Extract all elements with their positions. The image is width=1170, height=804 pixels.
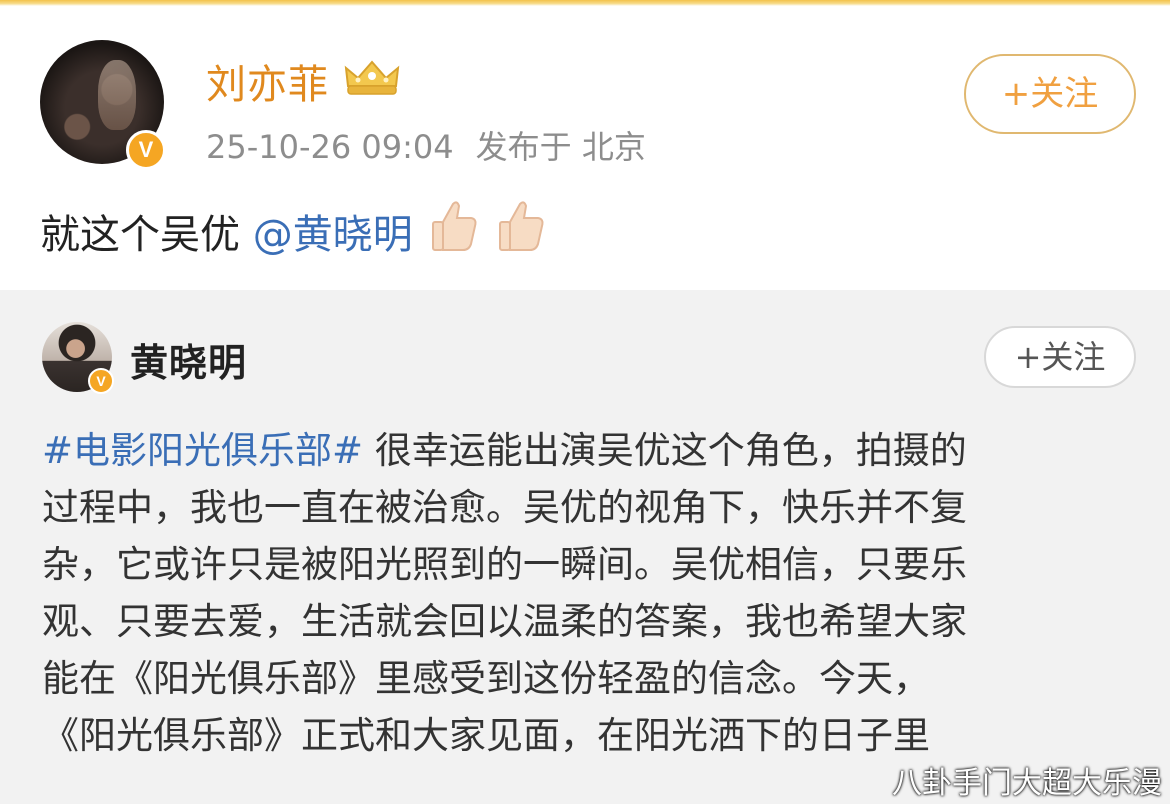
repost-line: 《阳光俱乐部》正式和大家见面，在阳光洒下的日子里 — [42, 714, 930, 757]
post-time: 25-10-26 09:04 — [206, 128, 454, 166]
thumbs-up-icon — [499, 201, 544, 251]
follow-button[interactable]: +关注 — [964, 54, 1136, 134]
mention-link[interactable]: @黄晓明 — [253, 212, 413, 258]
repost-line: 观、只要去爱，生活就会回以温柔的答案，我也希望大家 — [42, 600, 967, 643]
repost-line: 杂，它或许只是被阳光照到的一瞬间。吴优相信，只要乐 — [42, 543, 967, 586]
repost-card[interactable]: V 黄晓明 +关注 #电影阳光俱乐部# 很幸运能出演吴优这个角色，拍摄的 过程中… — [0, 290, 1170, 804]
post-location: 发布于 北京 — [475, 128, 646, 166]
weibo-screenshot: V 刘亦菲 25-10-26 09:04 发布于 北京 +关注 就这个吴优 @黄晓… — [0, 0, 1170, 804]
post-body: 就这个吴优 — [40, 212, 253, 258]
verified-badge-icon: V — [126, 130, 166, 170]
repost-text: #电影阳光俱乐部# 很幸运能出演吴优这个角色，拍摄的 过程中，我也一直在被治愈。… — [42, 422, 1152, 764]
hashtag-link[interactable]: #电影阳光俱乐部# — [42, 429, 363, 472]
watermark: 八卦手门大超大乐漫 — [892, 766, 1162, 801]
post-meta: 25-10-26 09:04 发布于 北京 — [206, 122, 646, 168]
post-text: 就这个吴优 @黄晓明 — [40, 198, 546, 260]
thumbs-up-icon — [432, 201, 477, 251]
verified-badge-icon: V — [88, 368, 114, 394]
repost-author-name[interactable]: 黄晓明 — [130, 332, 247, 387]
author-name[interactable]: 刘亦菲 — [206, 52, 329, 110]
repost-follow-button[interactable]: +关注 — [984, 326, 1136, 388]
repost-line: #电影阳光俱乐部# 很幸运能出演吴优这个角色，拍摄的 — [42, 429, 967, 472]
main-post: V 刘亦菲 25-10-26 09:04 发布于 北京 +关注 就这个吴优 @黄晓… — [0, 6, 1170, 290]
repost-line: 过程中，我也一直在被治愈。吴优的视角下，快乐并不复 — [42, 486, 967, 529]
repost-line: 能在《阳光俱乐部》里感受到这份轻盈的信念。今天， — [42, 657, 930, 700]
crown-icon — [344, 60, 400, 95]
